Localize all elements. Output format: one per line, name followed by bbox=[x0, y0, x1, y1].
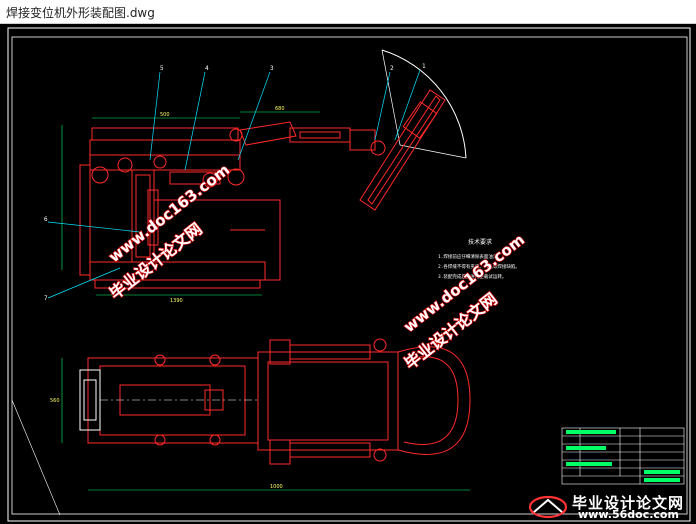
part-label-7: 7 bbox=[44, 295, 48, 302]
brand-icon bbox=[528, 495, 568, 519]
plan-end-slot bbox=[83, 379, 97, 421]
link-arm bbox=[239, 121, 297, 146]
part-label-1: 1 bbox=[422, 63, 426, 70]
plan-bracket-bottom bbox=[269, 439, 291, 465]
inner-frame bbox=[11, 36, 688, 515]
plan-wrist-a bbox=[373, 338, 387, 352]
plan-base bbox=[87, 357, 259, 444]
tech-req-title: 技术要求 bbox=[468, 238, 492, 246]
part-label-3: 3 bbox=[270, 65, 274, 72]
dim-680: 680 bbox=[275, 106, 285, 112]
left-post bbox=[79, 164, 91, 276]
title-block bbox=[561, 427, 685, 485]
main-arm-top bbox=[91, 127, 239, 141]
watermark-2: 毕业设计论文网 www.doc163.com bbox=[400, 230, 529, 374]
sheet-diagonal bbox=[11, 399, 61, 516]
dim-560: 560 bbox=[50, 398, 60, 404]
plan-dimensions bbox=[61, 358, 470, 491]
cad-drawing-canvas[interactable]: 500 1390 680 1 2 3 4 5 6 7 技术要求 1.焊接前应仔细… bbox=[0, 24, 696, 524]
wrist-pivot bbox=[370, 140, 386, 156]
brand-logo: 毕业设计论文网 www.56doc.com bbox=[524, 492, 692, 522]
part-label-2: 2 bbox=[390, 65, 394, 72]
part-label-5: 5 bbox=[160, 65, 164, 72]
plan-dim-text: 560 1000 bbox=[50, 398, 283, 490]
brand-url: www.56doc.com bbox=[578, 508, 679, 521]
leader-lines bbox=[47, 69, 421, 299]
upper-view bbox=[79, 49, 467, 289]
pivot-3 bbox=[153, 155, 167, 169]
part-label-6: 6 bbox=[44, 216, 48, 223]
dim-500: 500 bbox=[160, 112, 170, 118]
rod-inner bbox=[299, 131, 341, 139]
pivot-5 bbox=[227, 168, 245, 186]
dim-1000: 1000 bbox=[270, 484, 283, 490]
window-title-bar: 焊接变位机外形装配图.dwg bbox=[0, 0, 696, 24]
pivot-1 bbox=[91, 166, 109, 184]
plan-pivot-c bbox=[209, 354, 221, 366]
dim-1390: 1390 bbox=[170, 298, 183, 304]
tilt-table-inner bbox=[367, 95, 441, 205]
plan-end-plate bbox=[79, 369, 101, 431]
part-label-4: 4 bbox=[205, 65, 209, 72]
plan-pivot-a bbox=[154, 354, 166, 366]
plan-wrist-b bbox=[373, 448, 387, 462]
plan-arm bbox=[257, 351, 399, 451]
plan-arm-inner bbox=[267, 361, 389, 441]
window-title: 焊接变位机外形装配图.dwg bbox=[6, 6, 155, 20]
extension-rod bbox=[289, 127, 351, 143]
cad-drawing: 500 1390 680 1 2 3 4 5 6 7 技术要求 1.焊接前应仔细… bbox=[7, 27, 691, 522]
